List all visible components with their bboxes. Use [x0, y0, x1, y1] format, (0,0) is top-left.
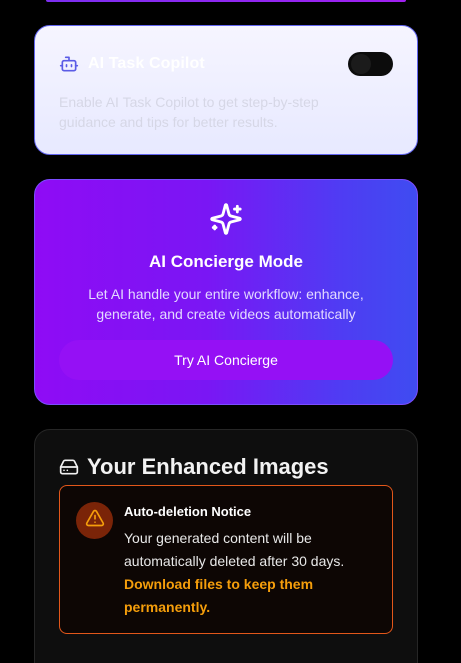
top-card-edge [46, 0, 406, 2]
copilot-title: AI Task Copilot [88, 55, 205, 72]
notice-download-highlight: Download files to keep them permanently. [124, 576, 314, 615]
copilot-toggle[interactable] [348, 52, 393, 76]
enhanced-images-card: Your Enhanced Images Auto-deletion Notic… [34, 429, 418, 663]
concierge-title: AI Concierge Mode [149, 252, 303, 271]
warning-badge [76, 502, 113, 539]
bot-icon [59, 54, 79, 74]
notice-title: Auto-deletion Notice [124, 504, 252, 519]
concierge-description: Let AI handle your entire workflow: enha… [88, 286, 364, 322]
copilot-card: AI Task Copilot Enable AI Task Copilot t… [34, 25, 418, 155]
hard-drive-icon [59, 457, 79, 477]
auto-deletion-notice: Auto-deletion Notice Your generated cont… [59, 485, 393, 634]
concierge-card: AI Concierge Mode Let AI handle your ent… [34, 179, 418, 405]
copilot-description: Enable AI Task Copilot to get step-by-st… [59, 94, 319, 130]
warning-triangle-icon [85, 508, 105, 533]
try-ai-concierge-button[interactable]: Try AI Concierge [59, 340, 393, 380]
notice-body-text: Your generated content will be automatic… [124, 530, 345, 569]
copilot-header: AI Task Copilot [59, 54, 205, 74]
notice-body: Your generated content will be automatic… [124, 527, 374, 619]
enhanced-images-title: Your Enhanced Images [87, 454, 329, 479]
sparkles-icon [209, 202, 243, 236]
enhanced-images-header: Your Enhanced Images [59, 454, 329, 480]
toggle-knob [351, 54, 371, 74]
